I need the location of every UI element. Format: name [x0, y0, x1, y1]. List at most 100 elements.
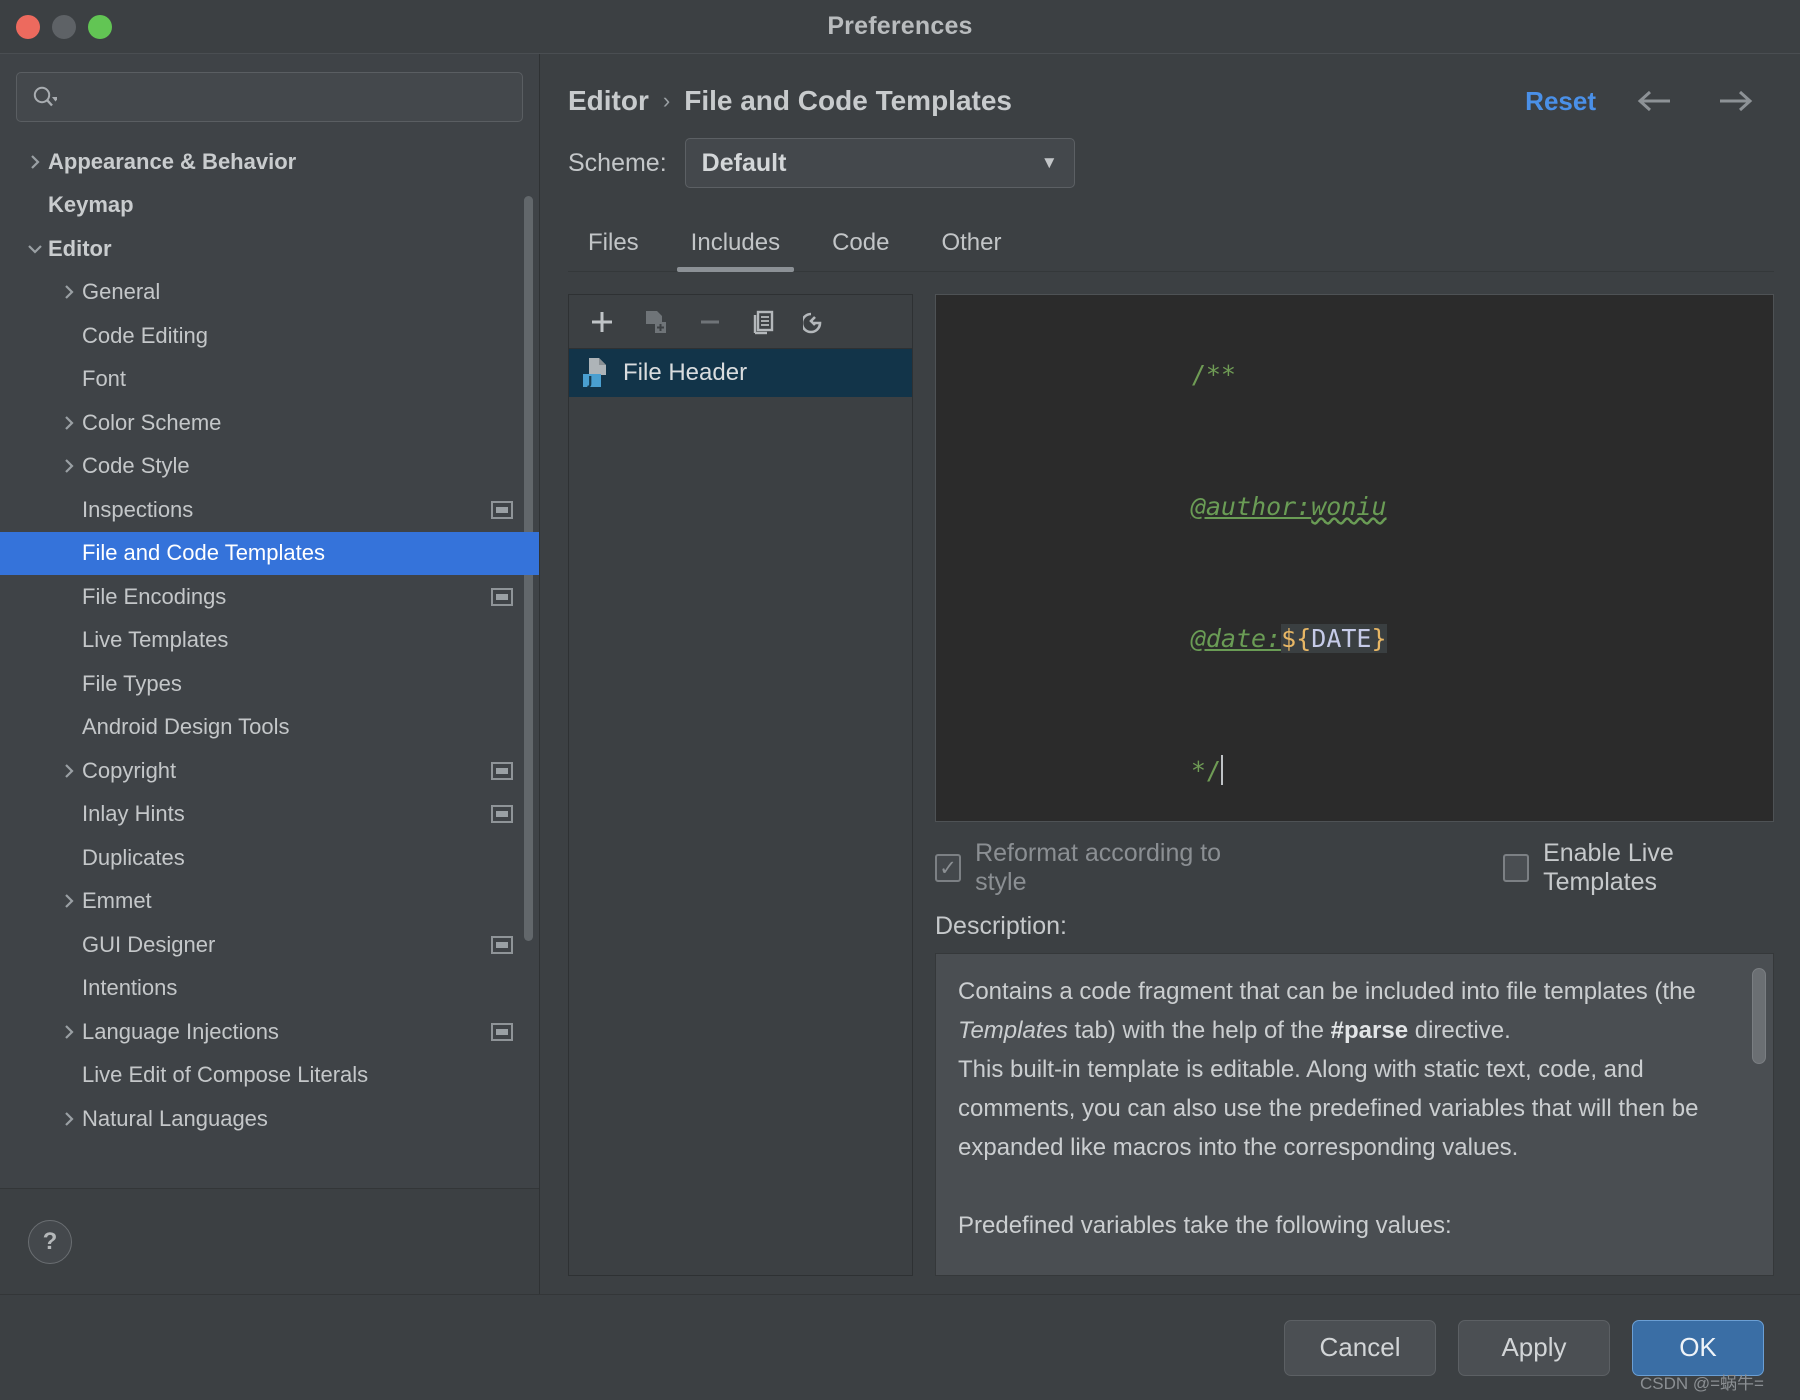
forward-arrow-icon[interactable] [1716, 88, 1756, 114]
sidebar-item-general[interactable]: General [0, 271, 539, 315]
sidebar-item-android-design-tools[interactable]: Android Design Tools [0, 706, 539, 750]
sidebar-item-file-encodings[interactable]: File Encodings [0, 575, 539, 619]
chevron-down-icon[interactable] [22, 240, 48, 258]
sidebar-item-copyright[interactable]: Copyright [0, 749, 539, 793]
sidebar-item-file-and-code-templates[interactable]: File and Code Templates [0, 531, 539, 575]
title-bar: Preferences [0, 0, 1800, 54]
sidebar-item-file-types[interactable]: File Types [0, 662, 539, 706]
sidebar-item-editor[interactable]: Editor [0, 227, 539, 271]
editor-options-row: ✓ Reformat according to style Enable Liv… [935, 838, 1774, 898]
tab-files[interactable]: Files [568, 229, 659, 271]
reset-button[interactable]: Reset [1525, 86, 1596, 117]
breadcrumb-separator: › [662, 88, 671, 113]
sidebar-item-inspections[interactable]: Inspections [0, 488, 539, 532]
cancel-button[interactable]: Cancel [1284, 1319, 1436, 1376]
chevron-down-icon: ▼ [1040, 153, 1058, 172]
preferences-window: Preferences Appearance & Behavior Keymap… [0, 0, 1800, 1400]
description-paragraph-2: This built-in template is editable. Alon… [958, 1056, 1699, 1161]
settings-sidebar: Appearance & Behavior Keymap Editor General… [0, 54, 540, 1294]
project-scope-icon [491, 935, 513, 954]
chevron-right-icon[interactable] [56, 892, 82, 910]
sidebar-item-code-style[interactable]: Code Style [0, 445, 539, 489]
code-macro-dollar: $ [1281, 624, 1297, 653]
search-input[interactable] [65, 86, 508, 108]
scheme-value: Default [701, 148, 787, 177]
breadcrumb-root[interactable]: Editor [568, 85, 649, 117]
ok-button[interactable]: OK [1632, 1319, 1764, 1376]
desc-p1-a: Contains a code fragment that can be inc… [958, 978, 1696, 1005]
sidebar-item-natural-languages[interactable]: Natural Languages [0, 1097, 539, 1141]
sidebar-item-live-templates[interactable]: Live Templates [0, 619, 539, 663]
add-template-button[interactable] [579, 301, 625, 343]
reset-template-button[interactable] [795, 301, 841, 343]
code-line-2: @author:woniu [950, 441, 1773, 573]
desc-p1-b: tab) with the help of the [1067, 1017, 1331, 1044]
window-body: Appearance & Behavior Keymap Editor General… [0, 54, 1800, 1294]
chevron-right-icon[interactable] [22, 153, 48, 171]
sidebar-item-label: Language Injections [82, 1018, 279, 1044]
tab-code[interactable]: Code [812, 229, 909, 271]
project-scope-icon [491, 500, 513, 519]
java-file-icon: J [581, 357, 611, 389]
sidebar-item-keymap[interactable]: Keymap [0, 184, 539, 228]
chevron-right-icon[interactable] [56, 414, 82, 432]
reformat-checkbox[interactable]: ✓ Reformat according to style [935, 839, 1255, 897]
enable-live-templates-checkbox[interactable]: Enable Live Templates [1503, 839, 1774, 897]
sidebar-item-label: Code Editing [82, 322, 208, 348]
sidebar-item-live-edit-of-compose-literals[interactable]: Live Edit of Compose Literals [0, 1054, 539, 1098]
scheme-dropdown[interactable]: Default ▼ [684, 138, 1075, 188]
sidebar-item-code-editing[interactable]: Code Editing [0, 314, 539, 358]
template-tabs[interactable]: Files Includes Code Other [568, 208, 1774, 272]
sidebar-item-inlay-hints[interactable]: Inlay Hints [0, 793, 539, 837]
tab-other[interactable]: Other [921, 229, 1021, 271]
sidebar-item-label: Live Templates [82, 627, 229, 653]
sidebar-item-language-injections[interactable]: Language Injections [0, 1010, 539, 1054]
breadcrumb-leaf: File and Code Templates [684, 85, 1012, 116]
help-button[interactable]: ? [28, 1219, 72, 1264]
template-list[interactable]: J File Header [569, 349, 912, 1275]
sidebar-item-appearance-behavior[interactable]: Appearance & Behavior [0, 140, 539, 184]
description-label: Description: [935, 912, 1067, 940]
sidebar-item-label: Editor [48, 235, 112, 261]
sidebar-item-label: Inspections [82, 496, 194, 522]
sidebar-item-label: File Encodings [82, 583, 227, 609]
panes: J File Header /** @author:woniu @date:${… [568, 272, 1774, 1294]
desc-p1-strong: #parse [1330, 1017, 1409, 1044]
sidebar-item-label: Duplicates [82, 844, 185, 870]
list-item[interactable]: J File Header [569, 349, 912, 397]
sidebar-item-label: Copyright [82, 757, 177, 783]
sidebar-item-label: Appearance & Behavior [48, 148, 297, 174]
sidebar-item-emmet[interactable]: Emmet [0, 880, 539, 924]
back-arrow-icon[interactable] [1636, 88, 1676, 114]
add-child-template-button[interactable] [633, 301, 679, 343]
checkbox-unchecked-icon [1503, 854, 1530, 882]
sidebar-item-color-scheme[interactable]: Color Scheme [0, 401, 539, 445]
sidebar-item-duplicates[interactable]: Duplicates [0, 836, 539, 880]
tab-includes[interactable]: Includes [671, 229, 800, 272]
chevron-right-icon[interactable] [56, 1110, 82, 1128]
sidebar-item-intentions[interactable]: Intentions [0, 967, 539, 1011]
copy-template-button[interactable] [741, 301, 787, 343]
dialog-footer: Cancel Apply OK CSDN @=蜗牛= [0, 1294, 1800, 1400]
settings-tree[interactable]: Appearance & Behavior Keymap Editor General… [0, 136, 539, 1188]
apply-button[interactable]: Apply [1458, 1319, 1610, 1376]
description-paragraph-3: Predefined variables take the following … [958, 1212, 1452, 1239]
sidebar-item-label: General [82, 279, 161, 305]
sidebar-item-gui-designer[interactable]: GUI Designer [0, 923, 539, 967]
checkbox-checked-icon: ✓ [935, 854, 962, 882]
chevron-right-icon[interactable] [56, 762, 82, 780]
svg-text:J: J [587, 374, 592, 388]
code-date-tag: @date: [1190, 624, 1282, 653]
template-code-editor[interactable]: /** @author:woniu @date:${DATE} */ [935, 294, 1774, 822]
description-scrollbar[interactable] [1752, 968, 1766, 1064]
chevron-right-icon[interactable] [56, 283, 82, 301]
code-line-1: /** [950, 309, 1773, 441]
chevron-right-icon[interactable] [56, 457, 82, 475]
search-box[interactable] [16, 72, 523, 122]
code-macro-variable: DATE [1311, 624, 1372, 653]
remove-template-button[interactable] [687, 301, 733, 343]
code-line-3: @date:${DATE} [950, 573, 1773, 705]
template-list-pane: J File Header [568, 294, 913, 1276]
sidebar-item-font[interactable]: Font [0, 358, 539, 402]
chevron-right-icon[interactable] [56, 1023, 82, 1041]
